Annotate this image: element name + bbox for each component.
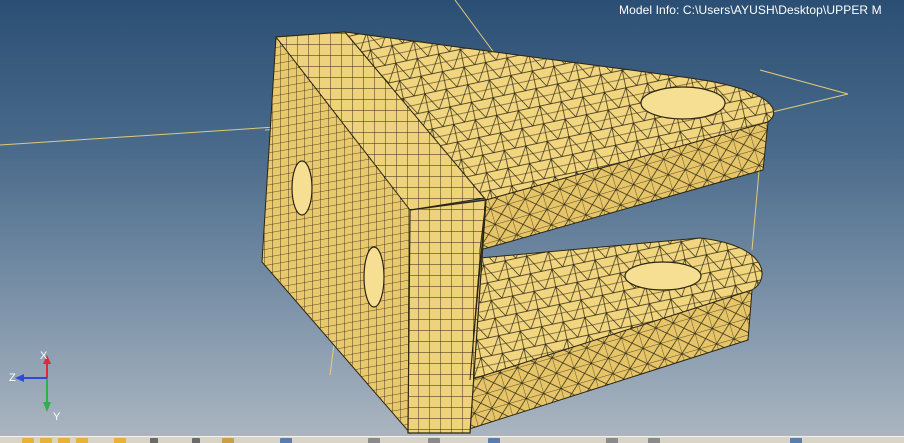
- pan-icon[interactable]: [428, 438, 440, 443]
- z-axis-arrow: [15, 374, 24, 382]
- x-axis-label: X: [40, 350, 48, 362]
- y-axis-arrow: [43, 402, 51, 412]
- meshed-bracket-model[interactable]: [0, 0, 904, 436]
- graphics-viewport[interactable]: Model Info: C:\Users\AYUSH\Desktop\UPPER…: [0, 0, 904, 436]
- save-icon[interactable]: [114, 438, 126, 443]
- shade-icon[interactable]: [648, 438, 660, 443]
- zoom-icon[interactable]: [368, 438, 380, 443]
- view-icon[interactable]: [606, 438, 618, 443]
- mesh-surfaces: [261, 31, 775, 435]
- folder-icon[interactable]: [58, 438, 70, 443]
- undo-icon[interactable]: [150, 438, 158, 443]
- folder-icon[interactable]: [40, 438, 52, 443]
- fit-icon[interactable]: [488, 438, 500, 443]
- pointer-icon[interactable]: [222, 438, 234, 443]
- folder-open-icon[interactable]: [22, 438, 34, 443]
- rotate-icon[interactable]: [280, 438, 292, 443]
- axis-triad: X Y Z: [9, 350, 61, 423]
- redo-icon[interactable]: [192, 438, 200, 443]
- y-axis-label: Y: [53, 411, 61, 423]
- folder-icon[interactable]: [76, 438, 88, 443]
- z-axis-label: Z: [9, 372, 16, 384]
- mesh-icon[interactable]: [790, 438, 802, 443]
